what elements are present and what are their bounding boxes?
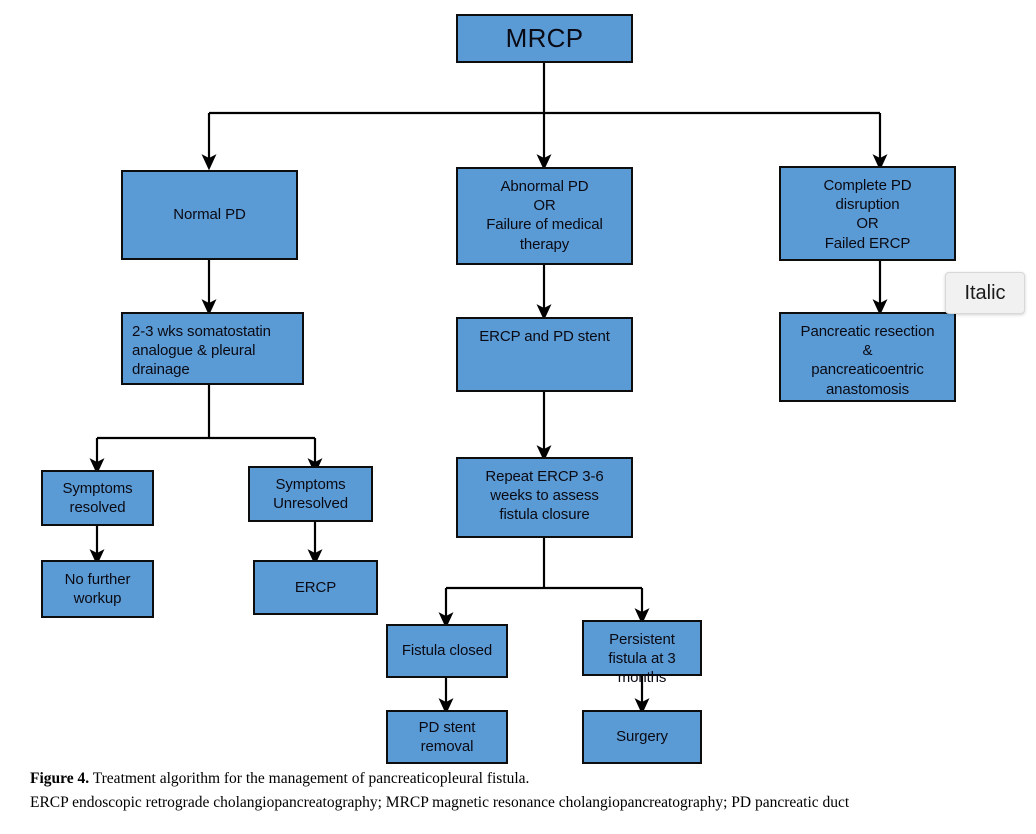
node-surgery[interactable]: Surgery bbox=[582, 710, 702, 764]
italic-tooltip-label: Italic bbox=[964, 281, 1006, 304]
node-symptoms-unresolved[interactable]: Symptoms Unresolved bbox=[248, 466, 373, 522]
node-ercp-and-pd-stent[interactable]: ERCP and PD stent bbox=[456, 317, 633, 392]
node-mrcp[interactable]: MRCP bbox=[456, 14, 633, 63]
node-repeat-ercp[interactable]: Repeat ERCP 3-6 weeks to assess fistula … bbox=[456, 457, 633, 538]
node-somatostatin-pleural-drainage[interactable]: 2-3 wks somatostatin analogue & pleural … bbox=[121, 312, 304, 385]
figure-abbreviations: ERCP endoscopic retrograde cholangiopanc… bbox=[30, 794, 850, 811]
node-fistula-closed[interactable]: Fistula closed bbox=[386, 624, 508, 678]
node-persistent-fistula[interactable]: Persistent fistula at 3 months bbox=[582, 620, 702, 686]
figure-caption: Figure 4. Treatment algorithm for the ma… bbox=[30, 770, 529, 788]
node-pd-stent-removal[interactable]: PD stent removal bbox=[386, 710, 508, 764]
figure-caption-text: Treatment algorithm for the management o… bbox=[89, 770, 530, 787]
node-ercp[interactable]: ERCP bbox=[253, 560, 378, 615]
node-symptoms-resolved[interactable]: Symptoms resolved bbox=[41, 470, 154, 526]
node-no-further-workup[interactable]: No further workup bbox=[41, 560, 154, 618]
figure-canvas: MRCP Normal PD Abnormal PD OR Failure of… bbox=[0, 0, 1036, 834]
node-normal-pd[interactable]: Normal PD bbox=[121, 170, 298, 260]
node-pancreatic-resection[interactable]: Pancreatic resection & pancreaticoentric… bbox=[779, 312, 956, 402]
node-abnormal-pd[interactable]: Abnormal PD OR Failure of medical therap… bbox=[456, 167, 633, 265]
connector-layer bbox=[89, 63, 888, 715]
figure-caption-number: Figure 4. bbox=[30, 770, 90, 787]
node-complete-pd-disruption[interactable]: Complete PD disruption OR Failed ERCP bbox=[779, 166, 956, 261]
italic-tooltip[interactable]: Italic bbox=[945, 272, 1025, 314]
